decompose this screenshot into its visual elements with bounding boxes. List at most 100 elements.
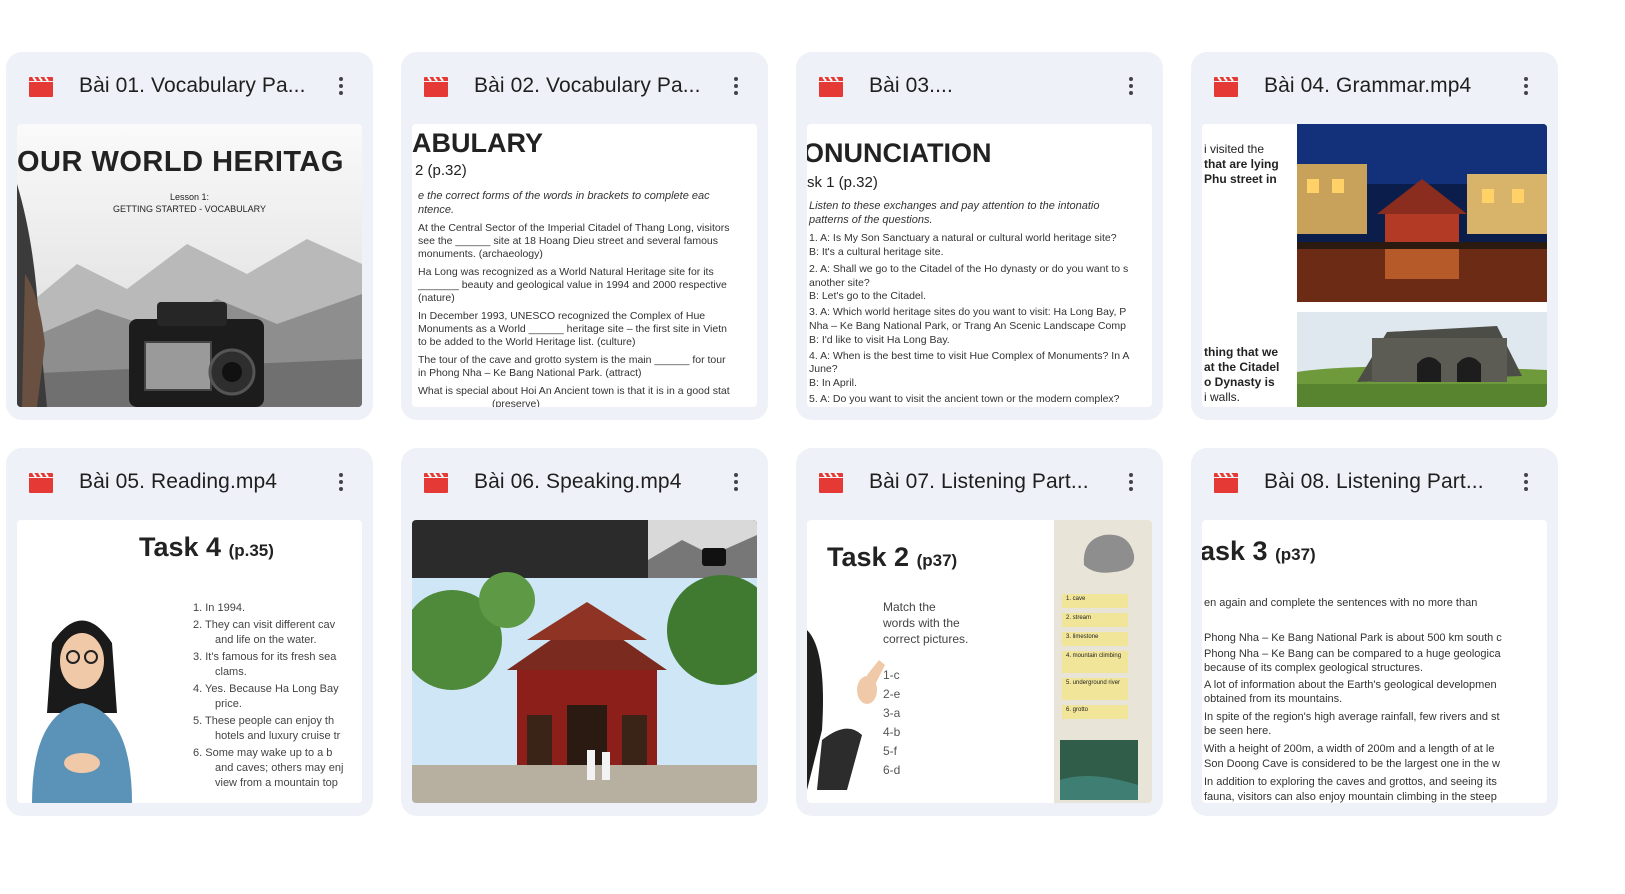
file-title[interactable]: Bài 08. Listening Part... [1264, 468, 1484, 496]
video-thumbnail[interactable]: Task 4 (p.35) 1. In 1994. 2. They can vi… [17, 520, 362, 803]
file-card-bai-05[interactable]: Bài 05. Reading.mp4 Task 4 (p.35) 1. In … [6, 448, 373, 816]
file-title[interactable]: Bài 07. Listening Part... [869, 468, 1089, 496]
doc-line: 4. A: When is the best time to visit Hue… [809, 350, 1130, 362]
answer: 4-b [883, 725, 901, 739]
task-page: (p.35) [228, 541, 274, 560]
task-page: (p37) [1275, 545, 1316, 564]
slide-subtitle: Lesson 1: [169, 192, 210, 202]
file-card-bai-04[interactable]: Bài 04. Grammar.mp4 i visited the that a… [1191, 52, 1558, 420]
slide-text: o Dynasty is [1204, 375, 1275, 389]
slide-text: i visited the [1204, 142, 1265, 156]
file-card-bai-06[interactable]: Bài 06. Speaking.mp4 [401, 448, 768, 816]
doc-line: _______ beauty and geological value in 1… [418, 279, 727, 291]
doc-line: be seen here. [1204, 725, 1272, 737]
file-title[interactable]: Bài 03.... [869, 72, 953, 100]
video-thumbnail[interactable]: ask 3 (p37) en again and complete the se… [1202, 520, 1547, 803]
doc-line: see the ______ site at 18 Hoang Dieu str… [418, 235, 719, 247]
more-options-button[interactable] [1508, 464, 1544, 500]
slide-heading: ONUNCIATION [807, 138, 992, 168]
more-options-button[interactable] [718, 464, 754, 500]
list-item-cont: clams. [215, 666, 247, 678]
more-options-button[interactable] [1113, 464, 1149, 500]
video-thumbnail[interactable]: OUR WORLD HERITAG Lesson 1: GETTING STAR… [17, 124, 362, 407]
doc-line: June? [809, 363, 838, 375]
citadel-gate-image [1297, 312, 1547, 407]
file-title[interactable]: Bài 01. Vocabulary Pa... [79, 72, 306, 100]
doc-line: B: In April. [809, 377, 857, 389]
doc-line: e the correct forms of the words in brac… [418, 190, 710, 202]
slide-text: i walls. [1204, 390, 1241, 404]
file-title[interactable]: Bài 05. Reading.mp4 [79, 468, 277, 496]
picture-label: 1. cave [1062, 594, 1128, 608]
more-options-button[interactable] [323, 464, 359, 500]
doc-line: fauna, visitors can also enjoy mountain … [1204, 791, 1497, 803]
more-options-button[interactable] [718, 68, 754, 104]
picture-label: 5. underground river [1062, 678, 1128, 700]
doc-line: because of its complex geological struct… [1204, 662, 1423, 674]
doc-line: Listen to these exchanges and pay attent… [809, 200, 1100, 212]
file-grid: Bài 01. Vocabulary Pa... OUR WORLD HERIT… [6, 52, 1618, 816]
slide-task: ask 3 (p37) [1202, 536, 1316, 567]
more-options-button[interactable] [1113, 68, 1149, 104]
list-item-cont: and caves; others may enj [215, 762, 344, 774]
video-file-icon [819, 76, 843, 97]
instruction-text: correct pictures. [883, 632, 969, 646]
file-card-bai-07[interactable]: Bài 07. Listening Part... Task 2 (p37) M… [796, 448, 1163, 816]
doc-line: en again and complete the sentences with… [1204, 597, 1478, 609]
instruction-text: Match the [883, 600, 936, 614]
video-thumbnail[interactable]: i visited the that are lying Phu street … [1202, 124, 1547, 407]
list-item-cont: hotels and luxury cruise tr [215, 730, 341, 742]
picture-label: 6. grotto [1062, 705, 1128, 719]
slide-text: that are lying [1204, 157, 1279, 171]
file-card-bai-02[interactable]: Bài 02. Vocabulary Pa... ABULARY 2 (p.32… [401, 52, 768, 420]
doc-line: The tour of the cave and grotto system i… [418, 354, 726, 366]
list-item-cont: view from a mountain top [215, 777, 338, 789]
more-options-button[interactable] [1508, 68, 1544, 104]
doc-line: Monuments as a World ______ heritage sit… [418, 323, 727, 335]
slide-task: 2 (p.32) [415, 162, 467, 179]
doc-line: 5. A: Do you want to visit the ancient t… [809, 393, 1120, 405]
doc-line: Nha – Ke Bang National Park, or Trang An… [809, 320, 1126, 332]
doc-line: A lot of information about the Earth's g… [1204, 679, 1497, 691]
file-title[interactable]: Bài 06. Speaking.mp4 [474, 468, 681, 496]
answer: 5-f [883, 744, 898, 758]
doc-line: B: I'd like to visit Ha Long Bay. [809, 334, 950, 346]
temple-gate-image [412, 520, 757, 803]
task-page: (p37) [916, 551, 958, 570]
doc-line: Son Doong Cave is considered to be the l… [1204, 758, 1500, 770]
slide-task: Task 4 (p.35) [139, 532, 274, 563]
answer: 2-e [883, 687, 901, 701]
slide-subtitle: GETTING STARTED - VOCABULARY [112, 204, 267, 214]
doc-line: patterns of the questions. [809, 214, 933, 226]
video-thumbnail[interactable]: ABULARY 2 (p.32) e the correct forms of … [412, 124, 757, 407]
task-label: Task 4 [139, 532, 222, 562]
file-title[interactable]: Bài 02. Vocabulary Pa... [474, 72, 701, 100]
doc-line: 3. A: Which world heritage sites do you … [809, 306, 1127, 318]
file-card-bai-01[interactable]: Bài 01. Vocabulary Pa... OUR WORLD HERIT… [6, 52, 373, 420]
video-thumbnail[interactable]: Task 2 (p37) Match the words with the co… [807, 520, 1152, 803]
video-file-icon [1214, 472, 1238, 493]
file-card-bai-03[interactable]: Bài 03.... ONUNCIATION sk 1 (p.32) Liste… [796, 52, 1163, 420]
rock-image [1083, 534, 1135, 573]
list-item: 3. It's famous for its fresh sea [193, 651, 337, 663]
video-thumbnail[interactable]: ONUNCIATION sk 1 (p.32) Listen to these … [807, 124, 1152, 407]
doc-line: B: Let's go to the Citadel. [809, 290, 926, 302]
slide-text: Phu street in [1204, 172, 1277, 186]
video-file-icon [424, 76, 448, 97]
doc-line: With a height of 200m, a width of 200m a… [1204, 743, 1495, 755]
video-thumbnail[interactable] [412, 520, 757, 803]
list-item-cont: and life on the water. [215, 634, 317, 646]
teacher-image [807, 630, 885, 790]
list-item: 4. Yes. Because Ha Long Bay [193, 683, 339, 695]
picture-label: 4. mountain climbing [1062, 651, 1128, 673]
video-file-icon [424, 472, 448, 493]
file-title[interactable]: Bài 04. Grammar.mp4 [1264, 72, 1471, 100]
doc-line: (nature) [418, 292, 455, 304]
doc-line: B: It's a cultural heritage site. [809, 246, 944, 258]
doc-line: In addition to exploring the caves and g… [1204, 776, 1497, 788]
picture-label: 3. limestone [1062, 632, 1128, 646]
more-options-button[interactable] [323, 68, 359, 104]
file-card-bai-08[interactable]: Bài 08. Listening Part... ask 3 (p37) en… [1191, 448, 1558, 816]
doc-line: In December 1993, UNESCO recognized the … [418, 310, 706, 322]
slide-task: Task 2 (p37) [827, 542, 957, 573]
